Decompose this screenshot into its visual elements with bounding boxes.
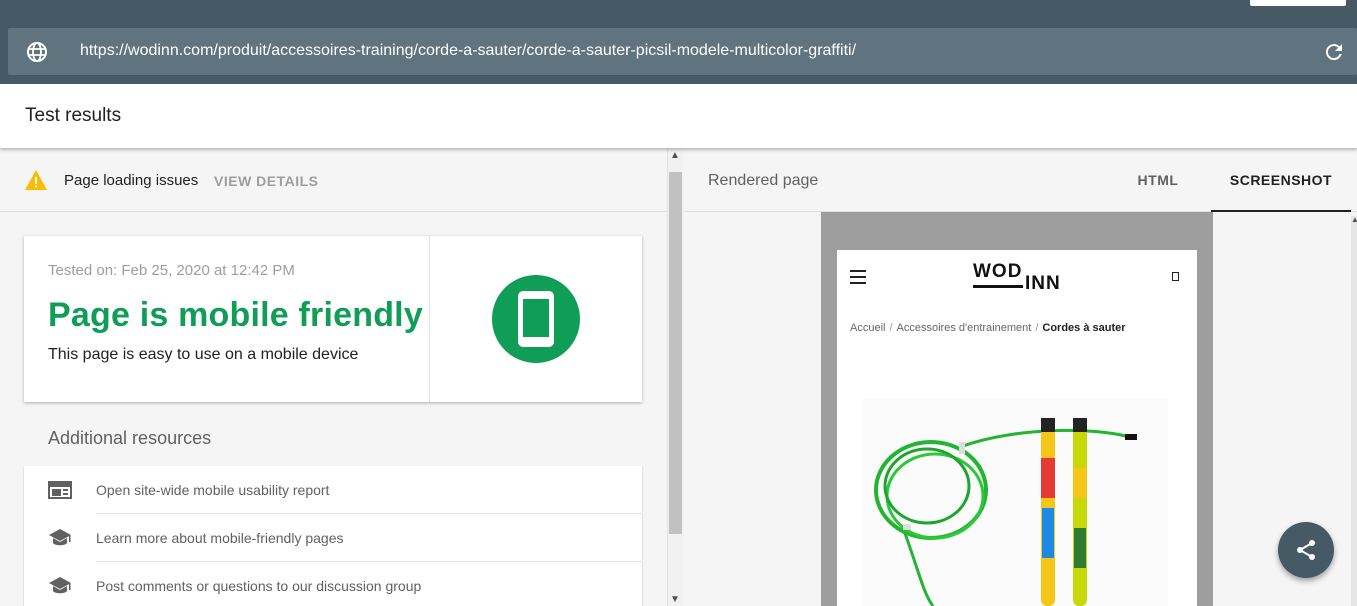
device-frame: WOD INN Accueil / Accessoires d'entraineme… xyxy=(821,212,1213,606)
menu-icon xyxy=(850,270,866,284)
url-bar[interactable]: https://wodinn.com/produit/accessoires-t… xyxy=(8,28,1357,75)
resource-label[interactable]: Post comments or questions to our discus… xyxy=(96,578,421,594)
rendered-page-label: Rendered page xyxy=(708,172,819,189)
school-icon xyxy=(49,577,71,594)
school-icon xyxy=(49,529,71,546)
view-details-button[interactable]: VIEW DETAILS xyxy=(214,173,319,189)
resource-learn-more[interactable]: Learn more about mobile-friendly pages xyxy=(24,514,642,562)
url-text[interactable]: https://wodinn.com/produit/accessoires-t… xyxy=(80,42,856,60)
page-loading-issues-row: Page loading issues VIEW DETAILS xyxy=(0,148,667,212)
verdict-title: Page is mobile friendly xyxy=(48,296,423,334)
left-panel-scrollbar[interactable]: ▲ ▼ xyxy=(667,148,683,606)
site-logo: WOD INN xyxy=(973,261,1061,294)
additional-resources-title: Additional resources xyxy=(48,428,212,448)
left-panel: Page loading issues VIEW DETAILS Tested … xyxy=(0,148,667,606)
right-panel: Rendered page HTML SCREENSHOT WOD INN Ac… xyxy=(684,148,1357,606)
card-divider xyxy=(429,236,430,402)
resource-discussion-group[interactable]: Post comments or questions to our discus… xyxy=(24,562,642,606)
warning-icon xyxy=(25,170,47,190)
scroll-up-arrow-icon[interactable]: ▲ xyxy=(670,150,680,161)
top-action-button[interactable] xyxy=(1250,0,1346,6)
resource-label[interactable]: Open site-wide mobile usability report xyxy=(96,482,329,498)
tab-html[interactable]: HTML xyxy=(1114,164,1202,212)
tested-on-date: Tested on: Feb 25, 2020 at 12:42 PM xyxy=(48,262,295,279)
rendered-screenshot: WOD INN Accueil / Accessoires d'entraineme… xyxy=(837,250,1197,606)
report-icon xyxy=(48,481,72,499)
scroll-up-arrow-icon[interactable]: ▲ xyxy=(1351,215,1357,224)
breadcrumb: Accueil / Accessoires d'entrainement / Corde… xyxy=(850,322,1126,334)
product-image xyxy=(863,398,1168,606)
results-header: Test results xyxy=(0,84,1357,148)
resource-usability-report[interactable]: Open site-wide mobile usability report xyxy=(24,466,642,514)
tab-screenshot[interactable]: SCREENSHOT xyxy=(1211,164,1351,212)
resources-list: Open site-wide mobile usability report L… xyxy=(24,466,642,606)
rendered-page-header: Rendered page HTML SCREENSHOT xyxy=(684,148,1357,212)
share-icon xyxy=(1297,540,1315,560)
top-bar: https://wodinn.com/produit/accessoires-t… xyxy=(0,0,1357,84)
globe-icon xyxy=(27,42,47,62)
phone-icon xyxy=(492,275,580,363)
scrollbar-thumb[interactable] xyxy=(669,172,682,534)
verdict-subtitle: This page is easy to use on a mobile dev… xyxy=(48,346,359,363)
verdict-card: Tested on: Feb 25, 2020 at 12:42 PM Page… xyxy=(24,236,642,402)
page-loading-issues-label: Page loading issues xyxy=(64,172,199,189)
cart-icon xyxy=(1172,272,1179,281)
scroll-down-arrow-icon[interactable]: ▼ xyxy=(670,594,680,605)
page-title: Test results xyxy=(25,105,122,126)
reload-icon[interactable] xyxy=(1322,40,1346,64)
share-button[interactable] xyxy=(1278,522,1334,578)
right-panel-scrollbar[interactable] xyxy=(1351,216,1357,606)
resource-label[interactable]: Learn more about mobile-friendly pages xyxy=(96,530,343,546)
